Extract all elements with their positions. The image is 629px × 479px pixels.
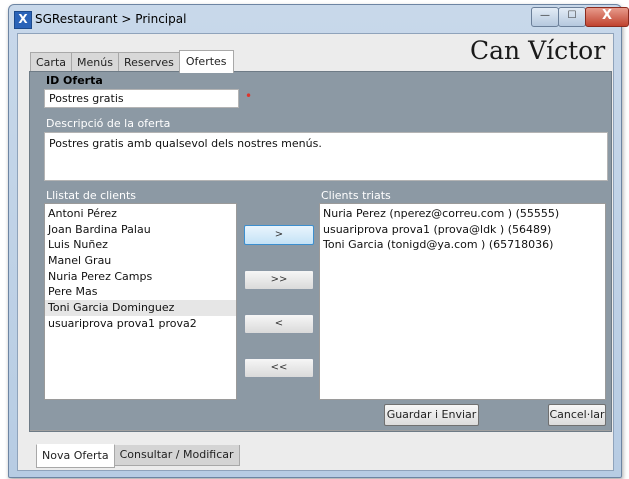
move-one-right-button[interactable]: > [244, 225, 314, 245]
brand-title: Can Víctor [470, 36, 606, 65]
window-title: SGRestaurant > Principal [35, 12, 187, 26]
title-bar[interactable]: X SGRestaurant > Principal — ☐ X [9, 5, 629, 33]
required-indicator: • [245, 89, 253, 103]
selected-clients-label: Clients triats [321, 189, 391, 202]
main-tabs: Carta Menús Reserves Ofertes [30, 50, 234, 73]
move-one-left-button[interactable]: < [244, 314, 314, 334]
sub-tabs: Nova Oferta Consultar / Modificar [36, 444, 240, 468]
close-button[interactable]: X [585, 7, 629, 27]
divider [30, 430, 611, 431]
tab-new-offer[interactable]: Nova Oferta [36, 444, 115, 468]
list-item[interactable]: Nuria Perez (nperez@correu.com ) (55555) [320, 206, 605, 222]
list-item[interactable]: usuariprova prova1 prova2 [45, 316, 236, 332]
tab-carta[interactable]: Carta [30, 52, 72, 73]
description-textarea[interactable]: Postres gratis amb qualsevol dels nostre… [44, 132, 608, 181]
clients-list[interactable]: Antoni Pérez Joan Bardina Palau Luis Nuñ… [44, 203, 237, 400]
description-label: Descripció de la oferta [46, 117, 171, 130]
minimize-button[interactable]: — [531, 7, 559, 27]
id-input[interactable]: Postres gratis [44, 89, 239, 108]
client-area: Carta Menús Reserves Ofertes Can Víctor … [17, 33, 614, 471]
tab-ofertes[interactable]: Ofertes [178, 50, 234, 73]
list-item[interactable]: Toni Garcia Dominguez [45, 300, 236, 316]
list-item[interactable]: Joan Bardina Palau [45, 222, 236, 238]
clients-list-label: Llistat de clients [46, 189, 137, 202]
list-item[interactable]: usuariprova prova1 (prova@ldk ) (56489) [320, 222, 605, 238]
save-send-button[interactable]: Guardar i Enviar [384, 404, 479, 426]
tab-reserves[interactable]: Reserves [117, 52, 180, 73]
list-item[interactable]: Pere Mas [45, 284, 236, 300]
maximize-button[interactable]: ☐ [558, 7, 586, 27]
app-icon: X [14, 11, 32, 29]
cancel-button[interactable]: Cancel·lar [548, 404, 606, 426]
tab-query-modify[interactable]: Consultar / Modificar [113, 445, 240, 466]
list-item[interactable]: Manel Grau [45, 253, 236, 269]
tab-menus[interactable]: Menús [71, 52, 119, 73]
id-label: ID Oferta [46, 74, 103, 87]
list-item[interactable]: Luis Nuñez [45, 237, 236, 253]
move-all-left-button[interactable]: << [244, 358, 314, 378]
offer-panel: ID Oferta Postres gratis • Descripció de… [29, 71, 612, 432]
selected-clients-list[interactable]: Nuria Perez (nperez@correu.com ) (55555)… [319, 203, 606, 400]
list-item[interactable]: Antoni Pérez [45, 206, 236, 222]
list-item[interactable]: Toni Garcia (tonigd@ya.com ) (65718036) [320, 237, 605, 253]
move-all-right-button[interactable]: >> [244, 270, 314, 290]
list-item[interactable]: Nuria Perez Camps [45, 269, 236, 285]
app-window: X SGRestaurant > Principal — ☐ X Carta M… [8, 4, 629, 478]
